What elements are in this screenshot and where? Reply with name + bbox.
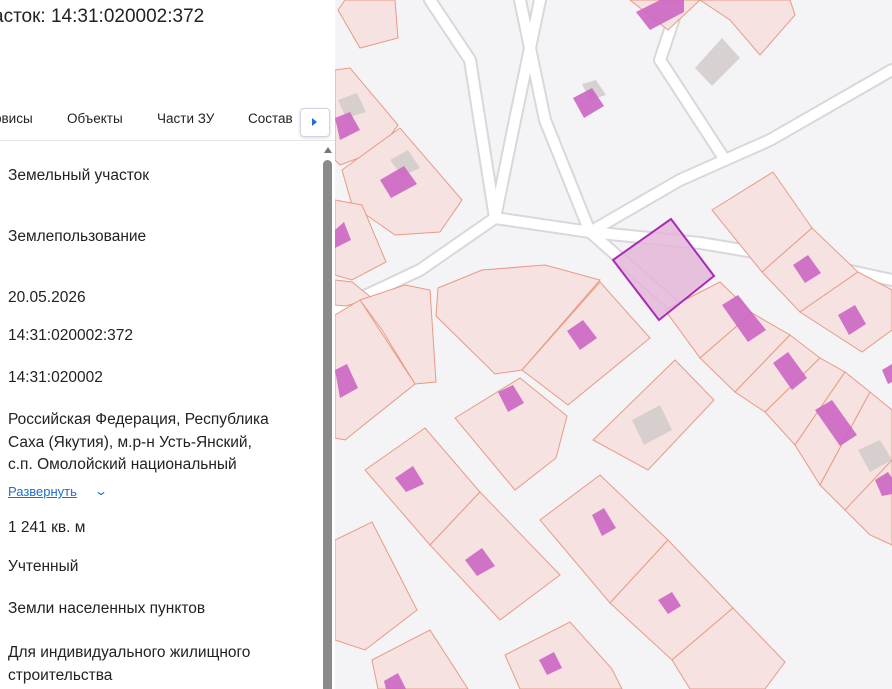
scroll-up-arrow-icon[interactable] (324, 147, 332, 153)
field-quarter: 14:31:020002 (8, 369, 103, 386)
info-panel: асток: 14:31:020002:372 рвисы Объекты Ча… (0, 0, 335, 689)
address-line: Саха (Якутия), м.р-н Усть-Янский, (8, 433, 252, 451)
parcels (335, 0, 892, 689)
field-date: 20.05.2026 (8, 289, 86, 306)
tab-objects[interactable]: Объекты (67, 111, 123, 126)
tab-bar: рвисы Объекты Части ЗУ Состав (0, 100, 335, 141)
structure (695, 38, 740, 86)
scrollbar-thumb[interactable] (323, 160, 332, 689)
parcel (504, 621, 623, 689)
chevron-down-icon[interactable]: ⌄ (94, 484, 108, 498)
field-cadastral-number: 14:31:020002:372 (8, 327, 133, 344)
field-category: Земли населенных пунктов (8, 600, 206, 617)
field-permitted-use: Для индивидуального жилищного строительс… (8, 642, 308, 687)
building (882, 364, 892, 384)
field-form: Землепользование (8, 228, 147, 245)
field-status: Учтенный (8, 558, 79, 575)
address-line: с.п. Омолойский национальный (8, 456, 237, 473)
expand-link[interactable]: Развернуть (8, 484, 77, 499)
parcel (335, 521, 418, 651)
permitted-use-line: строительства (8, 666, 113, 684)
field-address: Российская Федерация, Республика Саха (Я… (8, 409, 308, 477)
page-title: асток: 14:31:020002:372 (0, 6, 205, 27)
field-type: Земельный участок (8, 167, 150, 184)
tabs-next-button[interactable] (300, 108, 330, 137)
tab-parts[interactable]: Части ЗУ (157, 111, 214, 126)
address-line: Российская Федерация, Республика (8, 411, 269, 428)
chevron-right-icon (312, 118, 317, 126)
cadastral-map[interactable] (335, 0, 892, 689)
tab-services[interactable]: рвисы (0, 111, 33, 126)
tab-composition[interactable]: Состав (248, 111, 293, 126)
parcel (337, 0, 399, 49)
field-area: 1 241 кв. м (8, 519, 86, 536)
permitted-use-line: Для индивидуального жилищного (8, 644, 251, 661)
